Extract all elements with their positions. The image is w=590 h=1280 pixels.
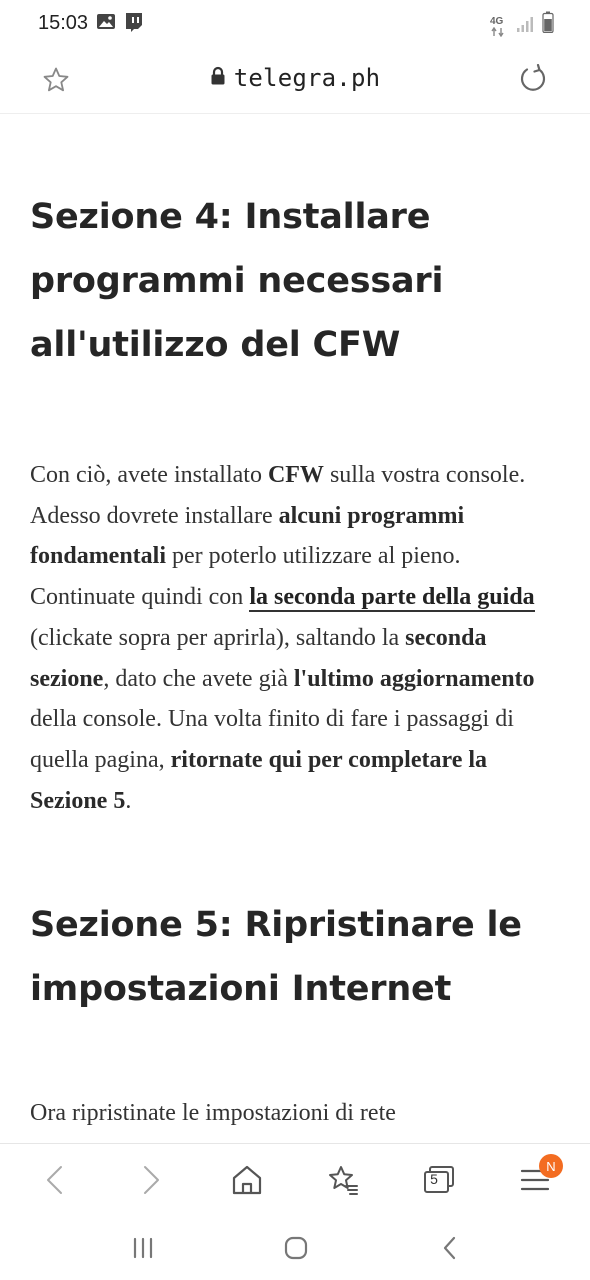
home-nav-icon[interactable] (276, 1231, 316, 1265)
tabs-icon[interactable]: 5 (417, 1158, 461, 1202)
paragraph-text: (clickate sopra per aprirla), saltando l… (30, 624, 406, 651)
network-type-label: 4G (490, 16, 504, 27)
section-4-heading: Sezione 4: Installare programmi necessar… (30, 197, 444, 365)
paragraph-text: . (125, 787, 132, 814)
url-display[interactable]: telegra.ph (0, 64, 590, 92)
status-bar: 15:03 4G (0, 0, 590, 48)
status-time: 15:03 (38, 12, 89, 34)
twitch-icon (124, 12, 144, 39)
guide-link[interactable]: la seconda parte della guida (249, 584, 535, 613)
browser-address-bar: telegra.ph (0, 48, 590, 114)
partial-paragraph: Ora ripristinate le impostazioni di rete (30, 1100, 396, 1127)
paragraph-text: , dato che avete già (103, 665, 294, 692)
menu-badge: N (539, 1154, 563, 1178)
url-domain: telegra.ph (233, 64, 381, 92)
battery-icon (542, 11, 554, 38)
forward-icon[interactable] (129, 1158, 173, 1202)
browser-bottom-toolbar: 5 N (0, 1143, 590, 1215)
bold-cfw: CFW (267, 462, 324, 488)
status-notification-icons (96, 12, 144, 39)
android-nav-bar (0, 1215, 590, 1280)
section-5-heading: Sezione 5: Ripristinare le impostazioni … (30, 905, 522, 1010)
back-nav-icon[interactable] (430, 1231, 470, 1265)
article-paragraph: Con ciò, avete installato CFW sulla vost… (30, 455, 560, 821)
recent-apps-icon[interactable] (123, 1231, 163, 1265)
bold-last-update: l'ultimo aggiornamento (293, 665, 535, 692)
signal-icon (516, 15, 534, 38)
paragraph-text: Con ciò, avete installato (30, 462, 268, 488)
menu-icon[interactable]: N (513, 1154, 563, 1202)
tab-count: 5 (430, 1171, 438, 1187)
status-system-icons: 4G (490, 11, 554, 38)
reload-icon[interactable] (518, 63, 548, 99)
gallery-icon (96, 12, 116, 39)
home-icon[interactable] (225, 1158, 269, 1202)
back-icon[interactable] (33, 1158, 77, 1202)
article-content: Sezione 4: Installare programmi necessar… (0, 114, 590, 1144)
4g-data-icon: 4G (490, 16, 508, 38)
lock-icon (210, 66, 226, 91)
bookmarks-icon[interactable] (321, 1158, 365, 1202)
